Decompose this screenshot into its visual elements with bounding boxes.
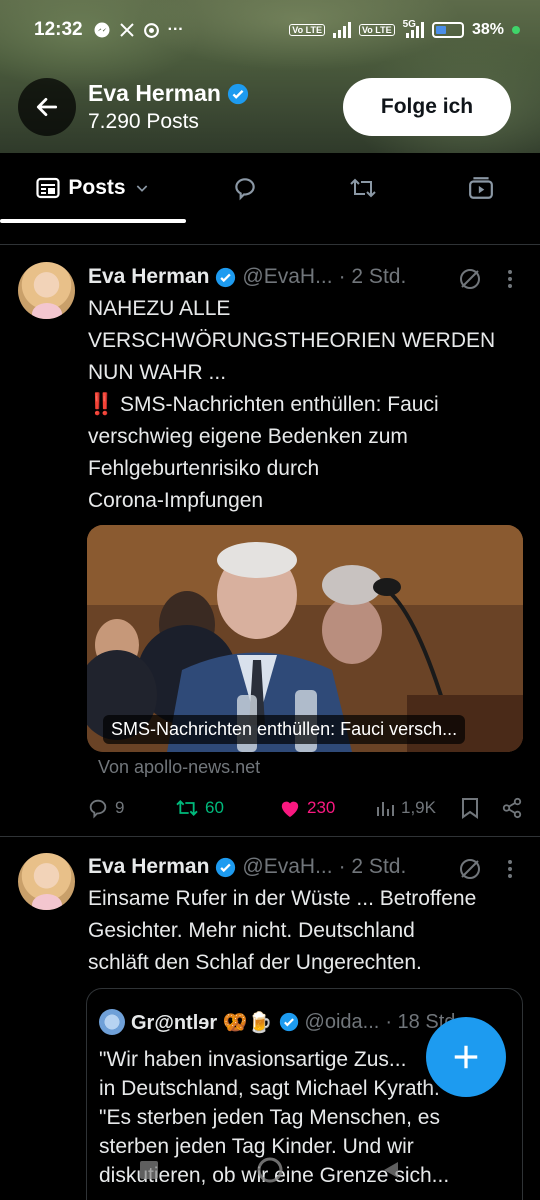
chevron-down-icon bbox=[136, 185, 147, 192]
signal-icon bbox=[332, 22, 351, 38]
tab-replies[interactable] bbox=[186, 153, 304, 223]
view-count: 1,9K bbox=[401, 798, 436, 817]
media-icon bbox=[469, 177, 493, 199]
tweet-actions: 9 60 230 1,9K bbox=[87, 794, 527, 822]
quoted-author-name: Gr@ntlɘr 🥨🍺 bbox=[131, 1011, 273, 1034]
battery-icon bbox=[431, 22, 464, 38]
profile-header: 12:32 ··· Vo LTE Vo LTE 5G 38% Eva Herma… bbox=[0, 0, 540, 153]
verified-badge-icon bbox=[227, 83, 249, 104]
share-button[interactable] bbox=[501, 797, 527, 819]
status-time: 12:32 bbox=[34, 19, 83, 40]
tweet-author-name[interactable]: Eva Herman bbox=[88, 265, 209, 289]
following-button[interactable]: Folge ich bbox=[343, 78, 511, 136]
status-more: ··· bbox=[167, 21, 184, 38]
battery-level: 38% bbox=[471, 21, 504, 38]
post-count: 7.290 Posts bbox=[88, 110, 199, 133]
quoted-author-handle: @oida... bbox=[304, 1010, 380, 1033]
posts-tab-icon bbox=[36, 177, 61, 199]
tweet-text-body: Einsame Rufer in der Wüste ... Betroffen… bbox=[88, 887, 477, 974]
more-options-icon[interactable] bbox=[502, 857, 518, 881]
tab-media[interactable] bbox=[422, 153, 540, 223]
tab-posts-label: Posts bbox=[68, 176, 126, 199]
repost-icon bbox=[176, 800, 198, 816]
chrome-icon bbox=[143, 22, 159, 38]
tweet-text-line1: NAHEZU ALLE VERSCHWÖRUNGSTHEORIEN WERDEN… bbox=[88, 297, 496, 384]
link-card-source[interactable]: Von apollo-news.net bbox=[98, 757, 260, 778]
more-options-icon[interactable] bbox=[502, 267, 518, 291]
profile-name-text: Eva Herman bbox=[88, 80, 221, 106]
reply-button[interactable]: 9 bbox=[87, 797, 175, 819]
repost-button[interactable]: 60 bbox=[175, 798, 279, 818]
like-button[interactable]: 230 bbox=[279, 798, 375, 818]
system-navigation-bar bbox=[0, 1140, 540, 1200]
quoted-tweet-header: Gr@ntlɘr 🥨🍺 @oida... · 18 Std. bbox=[99, 1009, 461, 1035]
verified-badge-icon bbox=[216, 857, 236, 877]
bookmark-button[interactable] bbox=[461, 797, 501, 819]
home-icon[interactable] bbox=[255, 1155, 285, 1185]
bookmark-icon bbox=[462, 798, 478, 819]
volte-icon-2: Vo LTE bbox=[358, 24, 395, 36]
reply-icon bbox=[89, 799, 107, 819]
tweet-header: Eva Herman @EvaH... · 2 Std. bbox=[88, 265, 406, 289]
tweet-author-handle: @EvaH... bbox=[242, 855, 333, 878]
tab-reposts[interactable] bbox=[304, 153, 422, 223]
status-bar: 12:32 ··· Vo LTE Vo LTE 5G 38% bbox=[0, 0, 540, 60]
status-system-icons: Vo LTE Vo LTE 5G 38% bbox=[289, 18, 520, 39]
plus-icon bbox=[454, 1045, 478, 1069]
tweet-author-handle: @EvaH... bbox=[242, 265, 333, 288]
share-icon bbox=[502, 797, 522, 819]
tweet-text: Einsame Rufer in der Wüste ... Betroffen… bbox=[88, 883, 528, 979]
reply-icon bbox=[235, 178, 255, 201]
link-card-image[interactable]: SMS-Nachrichten enthüllen: Fauci versch.… bbox=[87, 525, 523, 752]
status-notification-icons: ··· bbox=[93, 21, 184, 39]
avatar[interactable] bbox=[18, 853, 75, 910]
arrow-left-icon bbox=[36, 98, 58, 116]
network-type: 5G bbox=[402, 18, 416, 30]
recent-apps-icon[interactable] bbox=[138, 1159, 160, 1181]
privacy-dot-icon bbox=[512, 26, 520, 34]
profile-tabs: Posts bbox=[0, 153, 540, 223]
compose-post-button[interactable] bbox=[426, 1017, 506, 1097]
views-chart-icon bbox=[377, 802, 394, 816]
profile-name: Eva Herman bbox=[88, 80, 249, 107]
grok-icon[interactable] bbox=[458, 857, 482, 881]
quoted-avatar bbox=[99, 1009, 125, 1035]
verified-badge-icon bbox=[216, 267, 236, 287]
link-card-title: SMS-Nachrichten enthüllen: Fauci versch.… bbox=[103, 715, 466, 744]
back-nav-icon[interactable] bbox=[380, 1159, 402, 1181]
tweet-timestamp[interactable]: · 2 Std. bbox=[339, 855, 407, 879]
tweet-author-name[interactable]: Eva Herman bbox=[88, 855, 209, 879]
repost-icon bbox=[350, 178, 376, 198]
reply-count: 9 bbox=[115, 798, 125, 817]
tweet-header: Eva Herman @EvaH... · 2 Std. bbox=[88, 855, 406, 879]
repost-count: 60 bbox=[205, 798, 224, 817]
volte-icon: Vo LTE bbox=[289, 24, 325, 36]
avatar[interactable] bbox=[18, 262, 75, 319]
heart-filled-icon bbox=[281, 801, 299, 818]
tweet-text-line2: ‼️ SMS-Nachrichten enthüllen: Fauci vers… bbox=[88, 393, 439, 512]
previous-tweet-actions bbox=[0, 223, 540, 245]
x-icon bbox=[119, 23, 134, 37]
tweet-text: NAHEZU ALLE VERSCHWÖRUNGSTHEORIEN WERDEN… bbox=[88, 293, 528, 517]
views-button[interactable]: 1,9K bbox=[375, 798, 461, 818]
tab-posts[interactable]: Posts bbox=[0, 153, 186, 223]
tweet-timestamp[interactable]: · 2 Std. bbox=[339, 265, 407, 289]
like-count: 230 bbox=[307, 798, 336, 817]
grok-icon[interactable] bbox=[458, 267, 482, 291]
verified-badge-icon bbox=[279, 1012, 298, 1032]
back-button[interactable] bbox=[18, 78, 76, 136]
messenger-icon bbox=[94, 22, 110, 38]
